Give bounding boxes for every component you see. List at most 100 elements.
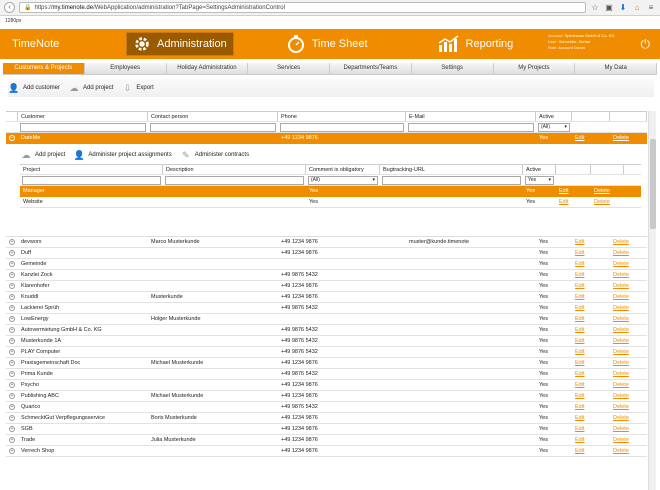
table-row[interactable]: + Quarico +49 9876 5432 Yes Edit Delete <box>6 402 647 413</box>
filter-phone-input[interactable] <box>280 123 404 132</box>
filter-project-active-select[interactable]: Yes ▾ <box>525 176 554 185</box>
edit-link[interactable]: Edit <box>575 327 584 333</box>
expand-icon[interactable]: + <box>9 381 15 388</box>
edit-link[interactable]: Edit <box>575 338 584 344</box>
delete-link[interactable]: Delete <box>613 382 629 388</box>
module-administration[interactable]: Administration <box>126 32 234 56</box>
add-customer-button[interactable]: 👤 Add customer <box>8 83 60 93</box>
table-row[interactable]: + Gemeinde Yes Edit Delete <box>6 259 647 270</box>
back-icon[interactable]: ‹ <box>4 2 15 13</box>
delete-link[interactable]: Delete <box>613 135 629 141</box>
table-row[interactable]: + Musterkunde 1A +49 9876 5432 Yes Edit Delet… <box>6 336 647 347</box>
tab-holiday-administration[interactable]: Holiday Administration <box>166 63 249 74</box>
expand-icon[interactable]: + <box>9 436 15 443</box>
expand-icon[interactable]: + <box>9 238 15 245</box>
delete-link[interactable]: Delete <box>613 448 629 454</box>
edit-link[interactable]: Edit <box>575 415 584 421</box>
edit-link[interactable]: Edit <box>575 437 584 443</box>
column-header-description[interactable]: Description <box>163 165 306 174</box>
expand-icon[interactable]: + <box>9 260 15 267</box>
column-header-comment[interactable]: Comment is obligatory <box>306 165 380 174</box>
column-header-project[interactable]: Project <box>20 165 163 174</box>
delete-link[interactable]: Delete <box>613 404 629 410</box>
edit-link[interactable]: Edit <box>575 382 584 388</box>
expand-icon[interactable]: + <box>9 425 15 432</box>
tab-employees[interactable]: Employees <box>84 63 167 74</box>
delete-link[interactable]: Delete <box>613 360 629 366</box>
tab-settings[interactable]: Settings <box>411 63 494 74</box>
tab-services[interactable]: Services <box>248 63 330 74</box>
edit-link[interactable]: Edit <box>575 360 584 366</box>
vertical-scrollbar[interactable] <box>648 111 656 490</box>
edit-link[interactable]: Edit <box>575 426 584 432</box>
table-row[interactable]: + Praxisgemeinschaft Doc Michael Musterkun… <box>6 358 647 369</box>
expand-icon[interactable]: + <box>9 282 15 289</box>
power-icon[interactable]: ⏻ <box>641 37 651 52</box>
expand-icon[interactable]: + <box>9 370 15 377</box>
filter-bugtracking-input[interactable] <box>382 176 521 185</box>
column-header-customer[interactable]: Customer <box>18 112 148 121</box>
table-row[interactable]: + Prima Kunde +49 9876 5432 Yes Edit Delete <box>6 369 647 380</box>
table-row[interactable]: + Kanzlei Zock +49 9876 5432 Yes Edit Delete <box>6 270 647 281</box>
edit-link[interactable]: Edit <box>575 349 584 355</box>
project-row[interactable]: Website Yes Yes Edit Delete <box>20 197 641 208</box>
administer-assignments-button[interactable]: 👤 Administer project assignments <box>73 150 172 160</box>
download-icon[interactable]: ⬇ <box>618 3 628 12</box>
delete-link[interactable]: Delete <box>613 250 629 256</box>
tab-departments-teams[interactable]: Departments/Teams <box>330 63 412 74</box>
column-header-contact[interactable]: Contact person <box>148 112 278 121</box>
table-row[interactable]: + LowEnergy Holger Musterkunde Yes Edit Delet… <box>6 314 647 325</box>
table-row[interactable]: + Psycho +49 1234 9876 Yes Edit Delete <box>6 380 647 391</box>
expand-icon[interactable]: + <box>9 392 15 399</box>
filter-contact-input[interactable] <box>150 123 276 132</box>
column-header-email[interactable]: E-Mail <box>406 112 536 121</box>
scrollbar-thumb[interactable] <box>650 139 656 229</box>
table-row[interactable]: + Klarenhofer +49 1234 9876 Yes Edit Delete <box>6 281 647 292</box>
edit-link[interactable]: Edit <box>575 294 584 300</box>
expand-icon[interactable]: + <box>9 348 15 355</box>
table-row[interactable]: + devworx Marco Musterkunde +49 1234 9876 mu… <box>6 237 647 248</box>
expand-icon[interactable]: + <box>9 414 15 421</box>
delete-link[interactable]: Delete <box>613 305 629 311</box>
table-row[interactable]: + Verrech Shop +49 1234 9876 Yes Edit Delete <box>6 446 647 457</box>
tab-my-data[interactable]: My Data <box>575 63 657 74</box>
edit-link[interactable]: Edit <box>559 199 568 205</box>
delete-link[interactable]: Delete <box>613 349 629 355</box>
menu-icon[interactable]: ≡ <box>646 3 656 12</box>
table-row[interactable]: + Trade Julia Musterkunde +49 1234 9876 Yes E… <box>6 435 647 446</box>
delete-link[interactable]: Delete <box>613 327 629 333</box>
filter-description-input[interactable] <box>165 176 304 185</box>
table-row[interactable]: + Duff +49 1234 9876 Yes Edit Delete <box>6 248 647 259</box>
delete-link[interactable]: Delete <box>613 415 629 421</box>
tab-my-projects[interactable]: My Projects <box>493 63 576 74</box>
delete-link[interactable]: Delete <box>613 338 629 344</box>
address-bar[interactable]: 🔒 https://my.timenote.de/WebApplication/… <box>19 2 586 13</box>
delete-link[interactable]: Delete <box>613 272 629 278</box>
edit-link[interactable]: Edit <box>575 404 584 410</box>
module-reporting[interactable]: Reporting <box>432 32 520 56</box>
edit-link[interactable]: Edit <box>575 448 584 454</box>
delete-link[interactable]: Delete <box>613 393 629 399</box>
expand-icon[interactable]: + <box>9 304 15 311</box>
table-row[interactable]: + Knuddl Musterkunde +49 1234 9876 Yes Edit De… <box>6 292 647 303</box>
edit-link[interactable]: Edit <box>575 250 584 256</box>
table-row[interactable]: + PLAY Computer +49 9876 5432 Yes Edit Delete <box>6 347 647 358</box>
export-button[interactable]: ⇩ Export <box>121 83 154 93</box>
delete-link[interactable]: Delete <box>613 294 629 300</box>
edit-link[interactable]: Edit <box>575 393 584 399</box>
edit-link[interactable]: Edit <box>575 283 584 289</box>
delete-link[interactable]: Delete <box>613 283 629 289</box>
edit-link[interactable]: Edit <box>575 272 584 278</box>
administer-contracts-button[interactable]: ✎ Administer contracts <box>180 150 249 160</box>
edit-link[interactable]: Edit <box>575 316 584 322</box>
table-row[interactable]: + Autovermietung GmbH & Co. KG +49 9876 54… <box>6 325 647 336</box>
column-header-active[interactable]: Active <box>536 112 572 121</box>
delete-link[interactable]: Delete <box>613 437 629 443</box>
delete-link[interactable]: Delete <box>613 371 629 377</box>
edit-link[interactable]: Edit <box>575 239 584 245</box>
edit-link[interactable]: Edit <box>575 305 584 311</box>
filter-customer-input[interactable] <box>20 123 146 132</box>
column-header-project-active[interactable]: Active <box>523 165 556 174</box>
tab-customers-projects[interactable]: Customers & Projects <box>3 63 85 74</box>
filter-comment-select[interactable]: (All) ▾ <box>308 176 378 185</box>
